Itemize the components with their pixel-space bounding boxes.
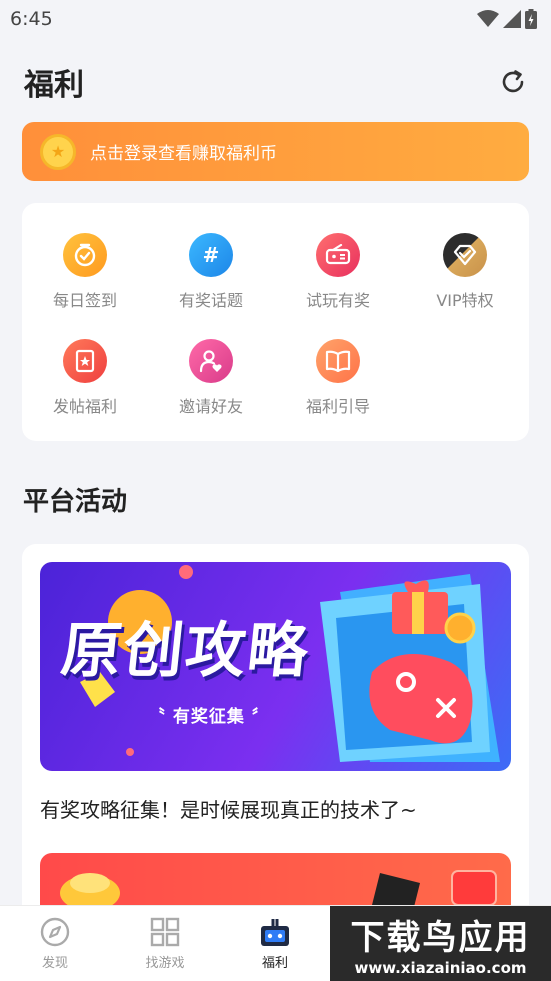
nav-label: 福利 [261, 956, 288, 971]
star-note-icon [63, 339, 107, 383]
activity-banner-title: 原创攻略 [57, 616, 314, 686]
watermark-url: www.xiazainiao.com [354, 959, 527, 977]
grid-item-label: 每日签到 [52, 291, 117, 310]
status-icons [477, 9, 537, 29]
login-banner-text: 点击登录查看赚取福利币 [90, 144, 277, 164]
refresh-button[interactable] [497, 66, 529, 98]
status-time: 6:45 [10, 8, 53, 30]
activity-banner-subtitle: 〝 有奖征集 〞 [148, 707, 270, 727]
section-title: 平台活动 [23, 487, 128, 517]
grid-item-label: VIP特权 [436, 291, 494, 310]
grid-item-trial-reward[interactable]: 试玩有奖 [275, 233, 401, 311]
grid-item-post-reward[interactable]: 发帖福利 [22, 339, 148, 417]
nav-label: 找游戏 [145, 956, 185, 971]
grid-item-label: 有奖话题 [178, 291, 243, 310]
clock-check-icon [63, 233, 107, 277]
grid-item-welfare-guide[interactable]: 福利引导 [275, 339, 401, 417]
grid-item-label: 福利引导 [305, 397, 370, 416]
diamond-icon [443, 233, 487, 277]
grid-item-label: 发帖福利 [52, 397, 117, 416]
header: 福利 [0, 50, 551, 114]
feature-grid: 每日签到 # 有奖话题 试玩有奖 VIP特权 发帖福利 邀请好友 福利引导 [22, 203, 529, 441]
watermark-title: 下载鸟应用 [350, 918, 531, 958]
grid-item-vip[interactable]: VIP特权 [402, 233, 528, 311]
nav-find-games[interactable]: 找游戏 [110, 906, 220, 981]
activity-caption[interactable]: 有奖攻略征集！是时候展现真正的技术了~ [40, 794, 417, 823]
refresh-icon [502, 70, 524, 93]
page-title: 福利 [24, 68, 84, 103]
compass-icon [40, 917, 70, 947]
user-heart-icon [189, 339, 233, 383]
nav-welfare[interactable]: 福利 [220, 906, 330, 981]
grid-item-label: 试玩有奖 [305, 291, 370, 310]
hashtag-icon: # [189, 233, 233, 277]
gamepad-icon [316, 233, 360, 277]
login-banner[interactable]: ★ 点击登录查看赚取福利币 [22, 122, 529, 181]
grid-item-daily-checkin[interactable]: 每日签到 [22, 233, 148, 311]
grid-item-label: 邀请好友 [178, 397, 243, 416]
battery-icon [525, 9, 537, 29]
activity-card: 原创攻略 〝 有奖征集 〞 有奖攻略征集！是时候展现真正的技术了~ [22, 544, 529, 944]
wifi-icon [477, 10, 499, 27]
signal-icon [503, 10, 521, 28]
grid-item-invite-friends[interactable]: 邀请好友 [148, 339, 274, 417]
nav-label: 发现 [41, 956, 68, 971]
grid-item-reward-topic[interactable]: # 有奖话题 [148, 233, 274, 311]
gift-robot-icon [261, 919, 289, 946]
watermark: 下载鸟应用 www.xiazainiao.com [330, 906, 551, 981]
book-icon [316, 339, 360, 383]
activity-banner-subtitle-text: 有奖征集 [172, 707, 245, 727]
activity-banner[interactable]: 原创攻略 〝 有奖征集 〞 [40, 562, 511, 771]
grid-icon [150, 917, 180, 947]
status-bar: 6:45 [0, 0, 551, 38]
nav-discover[interactable]: 发现 [0, 906, 110, 981]
coin-icon: ★ [40, 133, 76, 170]
